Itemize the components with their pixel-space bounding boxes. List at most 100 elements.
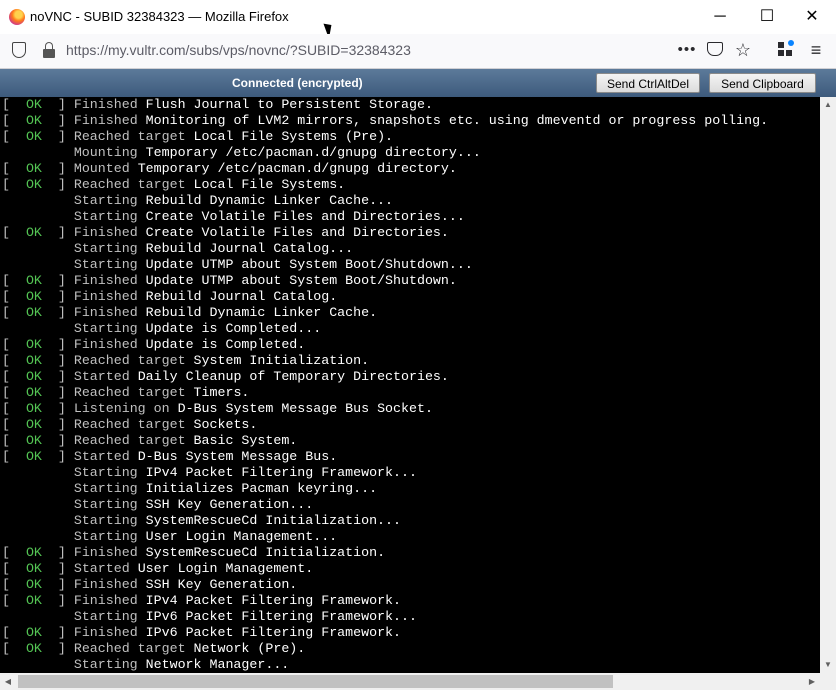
line-subject: User Login Management. bbox=[137, 561, 314, 576]
terminal-line: [ OK ] Listening on D-Bus System Message… bbox=[2, 401, 433, 417]
line-subject: Temporary /etc/pacman.d/gnupg directory.… bbox=[145, 145, 481, 160]
status-prefix bbox=[2, 241, 74, 256]
terminal-line: [ OK ] Finished SystemRescueCd Initializ… bbox=[2, 545, 385, 561]
line-subject: System Initialization. bbox=[193, 353, 370, 368]
lock-icon[interactable] bbox=[43, 42, 55, 58]
line-subject: IPv6 Packet Filtering Framework. bbox=[145, 625, 402, 640]
line-verb: Reached target bbox=[73, 353, 186, 368]
line-subject: Temporary /etc/pacman.d/gnupg directory. bbox=[137, 161, 457, 176]
scroll-right-icon[interactable]: ▶ bbox=[804, 673, 820, 690]
status-prefix bbox=[2, 209, 74, 224]
line-verb: Listening on bbox=[73, 401, 170, 416]
line-verb: Finished bbox=[73, 545, 138, 560]
line-subject: IPv4 Packet Filtering Framework. bbox=[145, 593, 402, 608]
maximize-button[interactable]: ☐ bbox=[747, 4, 787, 30]
line-subject: Network Manager... bbox=[145, 657, 290, 672]
terminal-line: [ OK ] Started Daily Cleanup of Temporar… bbox=[2, 369, 449, 385]
close-button[interactable]: ✕ bbox=[792, 4, 832, 30]
bookmark-star-icon[interactable]: ☆ bbox=[733, 40, 753, 60]
terminal-line: Starting Network Manager... bbox=[2, 657, 289, 673]
line-subject: Timers. bbox=[193, 385, 250, 400]
status-prefix: [ OK ] bbox=[2, 177, 74, 192]
line-verb: Reached target bbox=[73, 129, 186, 144]
scroll-down-icon[interactable]: ▼ bbox=[820, 657, 836, 673]
window-titlebar: noVNC - SUBID 32384323 — Mozilla Firefox… bbox=[0, 0, 836, 39]
terminal-line: [ OK ] Reached target System Initializat… bbox=[2, 353, 369, 369]
ok-status: OK bbox=[25, 305, 42, 320]
terminal-line: Starting Rebuild Journal Catalog... bbox=[2, 241, 353, 257]
pocket-icon[interactable] bbox=[706, 40, 724, 60]
line-subject: D-Bus System Message Bus Socket. bbox=[177, 401, 433, 416]
extensions-icon[interactable] bbox=[776, 40, 794, 60]
line-subject: Update is Completed... bbox=[145, 321, 322, 336]
line-subject: Update UTMP about System Boot/Shutdown. bbox=[145, 273, 457, 288]
terminal-line: [ OK ] Finished Update is Completed. bbox=[2, 337, 305, 353]
line-verb: Finished bbox=[73, 305, 138, 320]
line-verb: Starting bbox=[73, 257, 138, 272]
line-subject: User Login Management... bbox=[145, 529, 338, 544]
navigation-bar: https://my.vultr.com/subs/vps/novnc/?SUB… bbox=[0, 34, 836, 69]
connection-status: Connected (encrypted) bbox=[232, 76, 363, 90]
url-bar[interactable]: https://my.vultr.com/subs/vps/novnc/?SUB… bbox=[66, 42, 411, 58]
horizontal-scroll-thumb[interactable] bbox=[18, 675, 613, 688]
terminal-line: Starting Update is Completed... bbox=[2, 321, 321, 337]
status-prefix: [ OK ] bbox=[2, 593, 74, 608]
line-subject: Rebuild Journal Catalog... bbox=[145, 241, 354, 256]
ok-status: OK bbox=[25, 273, 42, 288]
status-prefix bbox=[2, 145, 74, 160]
novnc-control-bar: Connected (encrypted) Send CtrlAltDel Se… bbox=[0, 69, 836, 97]
terminal-line: [ OK ] Reached target Basic System. bbox=[2, 433, 297, 449]
ok-status: OK bbox=[25, 641, 42, 656]
status-prefix bbox=[2, 257, 74, 272]
status-prefix bbox=[2, 193, 74, 208]
status-prefix: [ OK ] bbox=[2, 433, 74, 448]
vertical-scrollbar[interactable]: ▲ ▼ bbox=[820, 97, 836, 673]
status-prefix bbox=[2, 513, 74, 528]
status-prefix: [ OK ] bbox=[2, 385, 74, 400]
minimize-button[interactable]: ─ bbox=[700, 4, 740, 30]
status-prefix: [ OK ] bbox=[2, 97, 74, 112]
terminal-line: [ OK ] Finished Rebuild Journal Catalog. bbox=[2, 289, 337, 305]
ok-status: OK bbox=[25, 561, 42, 576]
ok-status: OK bbox=[25, 337, 42, 352]
terminal-line: [ OK ] Mounted Temporary /etc/pacman.d/g… bbox=[2, 161, 457, 177]
horizontal-scrollbar[interactable]: ◀ ▶ bbox=[0, 673, 836, 690]
hamburger-menu-icon[interactable]: ≡ bbox=[807, 40, 825, 60]
ok-status: OK bbox=[25, 353, 42, 368]
terminal-line: Starting SystemRescueCd Initialization..… bbox=[2, 513, 401, 529]
line-verb: Starting bbox=[73, 321, 138, 336]
ok-status: OK bbox=[25, 369, 42, 384]
line-verb: Mounting bbox=[73, 145, 138, 160]
status-prefix bbox=[2, 497, 74, 512]
ok-status: OK bbox=[25, 401, 42, 416]
terminal-line: [ OK ] Finished Update UTMP about System… bbox=[2, 273, 457, 289]
scroll-up-icon[interactable]: ▲ bbox=[820, 97, 836, 113]
send-ctrl-alt-del-button[interactable]: Send CtrlAltDel bbox=[596, 73, 700, 93]
terminal-line: Starting IPv4 Packet Filtering Framework… bbox=[2, 465, 417, 481]
line-verb: Started bbox=[73, 449, 130, 464]
terminal-line: [ OK ] Started User Login Management. bbox=[2, 561, 313, 577]
terminal-line: [ OK ] Finished Create Volatile Files an… bbox=[2, 225, 449, 241]
scroll-left-icon[interactable]: ◀ bbox=[0, 673, 16, 690]
terminal-line: Starting SSH Key Generation... bbox=[2, 497, 313, 513]
status-prefix: [ OK ] bbox=[2, 225, 74, 240]
line-verb: Finished bbox=[73, 225, 138, 240]
window-title: noVNC - SUBID 32384323 — Mozilla Firefox bbox=[30, 9, 289, 24]
line-subject: Basic System. bbox=[193, 433, 298, 448]
tracking-protection-shield-icon[interactable] bbox=[12, 42, 26, 58]
line-subject: Monitoring of LVM2 mirrors, snapshots et… bbox=[145, 113, 769, 128]
page-actions-more-icon[interactable]: ••• bbox=[677, 40, 697, 60]
line-subject: SSH Key Generation. bbox=[145, 577, 298, 592]
line-verb: Starting bbox=[73, 609, 138, 624]
status-prefix: [ OK ] bbox=[2, 337, 74, 352]
status-prefix bbox=[2, 465, 74, 480]
vnc-terminal-screen[interactable]: [ OK ] Finished Flush Journal to Persist… bbox=[0, 97, 820, 673]
line-verb: Starting bbox=[73, 193, 138, 208]
terminal-line: Starting Initializes Pacman keyring... bbox=[2, 481, 377, 497]
send-clipboard-button[interactable]: Send Clipboard bbox=[709, 73, 816, 93]
line-verb: Finished bbox=[73, 625, 138, 640]
line-verb: Finished bbox=[73, 593, 138, 608]
status-prefix bbox=[2, 321, 74, 336]
line-subject: IPv6 Packet Filtering Framework... bbox=[145, 609, 417, 624]
line-subject: Local File Systems (Pre). bbox=[193, 129, 394, 144]
